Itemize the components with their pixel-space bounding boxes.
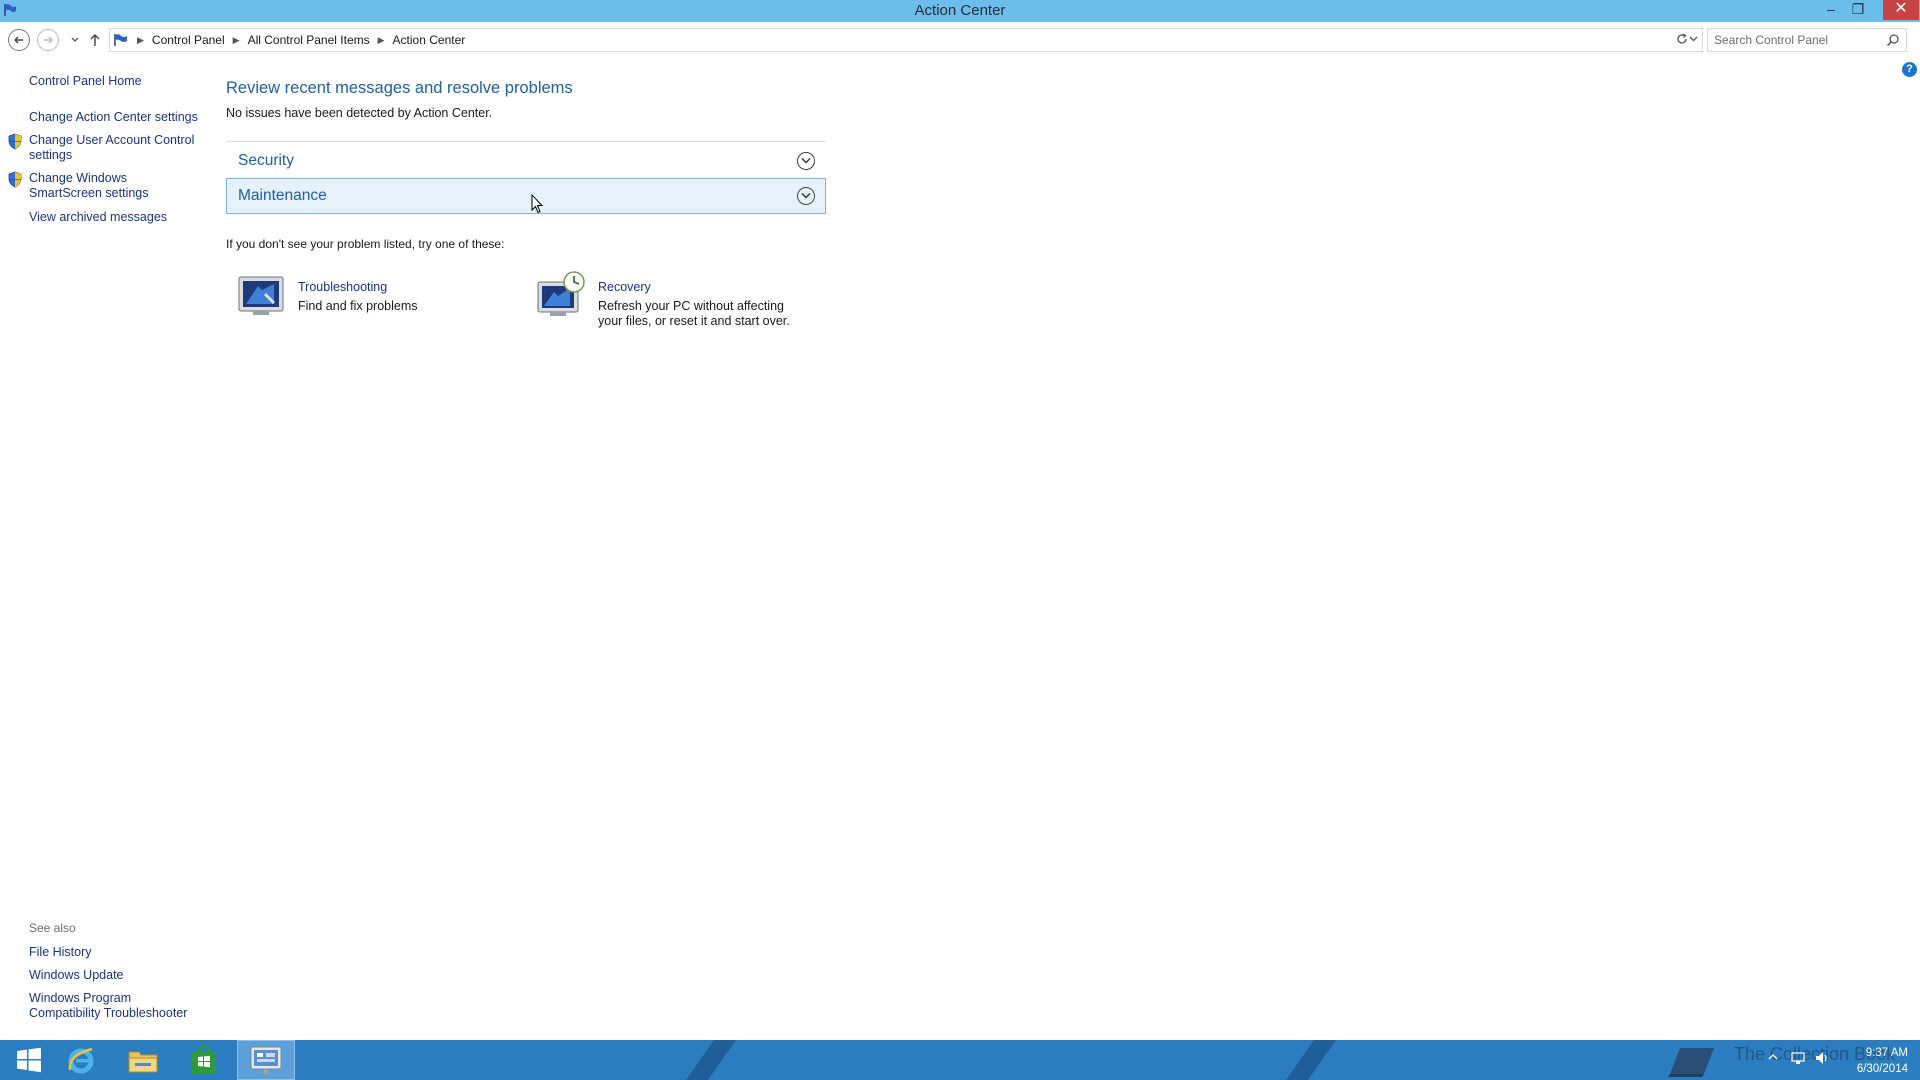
internet-explorer-taskbar-button[interactable] [52,1040,110,1080]
show-hidden-icons-button[interactable] [1768,1052,1778,1064]
speaker-icon [1816,1052,1827,1064]
back-arrow-icon [14,36,23,44]
maintenance-section-label: Maintenance [238,187,327,204]
up-button[interactable] [84,29,106,51]
restore-button[interactable]: ❐ [1845,0,1871,20]
start-button[interactable] [0,1040,58,1080]
taskbar-clock[interactable]: 9:37 AM 6/30/2014 [1838,1045,1908,1077]
change-action-center-settings-link[interactable]: Change Action Center settings [29,110,199,124]
breadcrumb-all-control-panel-items[interactable]: All Control Panel Items [248,33,370,47]
search-box[interactable] [1707,28,1907,52]
see-also-heading: See also [29,921,76,935]
file-explorer-icon [128,1051,158,1073]
suggestion-hint: If you don't see your problem listed, tr… [226,237,505,251]
control-panel-taskbar-button[interactable] [237,1040,295,1080]
help-icon[interactable]: ? [1902,62,1917,77]
forward-button[interactable] [37,29,59,51]
navigation-bar: ▶ Control Panel ▶ All Control Panel Item… [0,25,1920,57]
status-message: No issues have been detected by Action C… [226,106,493,120]
action-center-flag-icon [114,34,127,46]
windows-update-link[interactable]: Windows Update [29,968,124,983]
taskbar: The Collection Book 9:37 AM 6/30/2014 [0,1040,1920,1080]
chevron-up-icon [1768,1054,1778,1060]
close-button[interactable]: ✕ [1883,0,1919,20]
network-icon [1791,1052,1805,1064]
up-arrow-icon [90,34,100,46]
file-history-link[interactable]: File History [29,945,92,960]
recovery-description: Refresh your PC without affecting your f… [598,299,790,328]
store-icon [192,1045,216,1074]
breadcrumb-separator-icon[interactable]: ▶ [378,35,385,46]
back-button[interactable] [8,29,30,51]
window-title: Action Center [914,2,1006,19]
start-icon [17,1047,41,1073]
divider [226,141,826,142]
security-section-label: Security [238,152,294,169]
change-user-account-control-settings-link[interactable]: Change User Account Control settings [29,133,199,163]
recent-locations-dropdown[interactable] [64,29,86,51]
clock-time: 9:37 AM [1865,1047,1908,1059]
breadcrumb-action-center[interactable]: Action Center [393,33,466,47]
network-tray-button[interactable] [1790,1050,1806,1069]
chevron-down-icon [71,37,79,42]
file-explorer-taskbar-button[interactable] [114,1040,172,1080]
breadcrumb-separator-icon[interactable]: ▶ [233,35,240,46]
internet-explorer-icon [68,1047,94,1074]
shield-icon [8,133,22,150]
mouse-cursor-icon [531,194,543,214]
book-watermark-icon [1668,1048,1714,1077]
address-bar[interactable]: ▶ Control Panel ▶ All Control Panel Item… [109,28,1703,52]
change-windows-smartscreen-settings-link[interactable]: Change Windows SmartScreen settings [29,171,199,201]
control-panel-icon [250,1046,282,1075]
recovery-tile[interactable]: Recovery Refresh your PC without affecti… [536,270,796,332]
compatibility-troubleshooter-link[interactable]: Windows Program Compatibility Troublesho… [29,991,199,1021]
recovery-link[interactable]: Recovery [598,280,651,294]
troubleshooting-tile[interactable]: Troubleshooting Find and fix problems [236,272,466,320]
search-icon[interactable] [1886,33,1900,47]
control-panel-home-link[interactable]: Control Panel Home [29,74,142,88]
title-bar: Action Center – ❐ ✕ [0,0,1920,22]
view-archived-messages-link[interactable]: View archived messages [29,210,167,224]
troubleshooting-description: Find and fix problems [298,299,418,313]
forward-arrow-icon [44,36,53,44]
breadcrumb-separator-icon: ▶ [137,34,144,45]
refresh-button[interactable] [1671,28,1693,52]
expand-chevron-icon[interactable] [797,187,815,205]
breadcrumb-control-panel[interactable]: Control Panel [152,33,225,47]
minimize-button[interactable]: – [1818,0,1844,20]
taskbar-stripe [671,1040,751,1080]
page-title: Review recent messages and resolve probl… [226,79,573,97]
volume-tray-button[interactable] [1814,1050,1830,1069]
taskbar-stripe [1271,1040,1351,1080]
troubleshooting-link[interactable]: Troubleshooting [298,280,387,294]
troubleshooting-icon [238,276,284,315]
security-section-header[interactable]: Security [226,143,826,179]
shield-icon [8,171,22,188]
clock-date: 6/30/2014 [1856,1063,1908,1075]
search-input[interactable] [1714,30,1884,50]
refresh-icon [1677,33,1687,44]
store-taskbar-button[interactable] [175,1040,233,1080]
expand-chevron-icon[interactable] [797,152,815,170]
recovery-icon [537,271,585,316]
maintenance-section-header[interactable]: Maintenance [226,178,826,214]
